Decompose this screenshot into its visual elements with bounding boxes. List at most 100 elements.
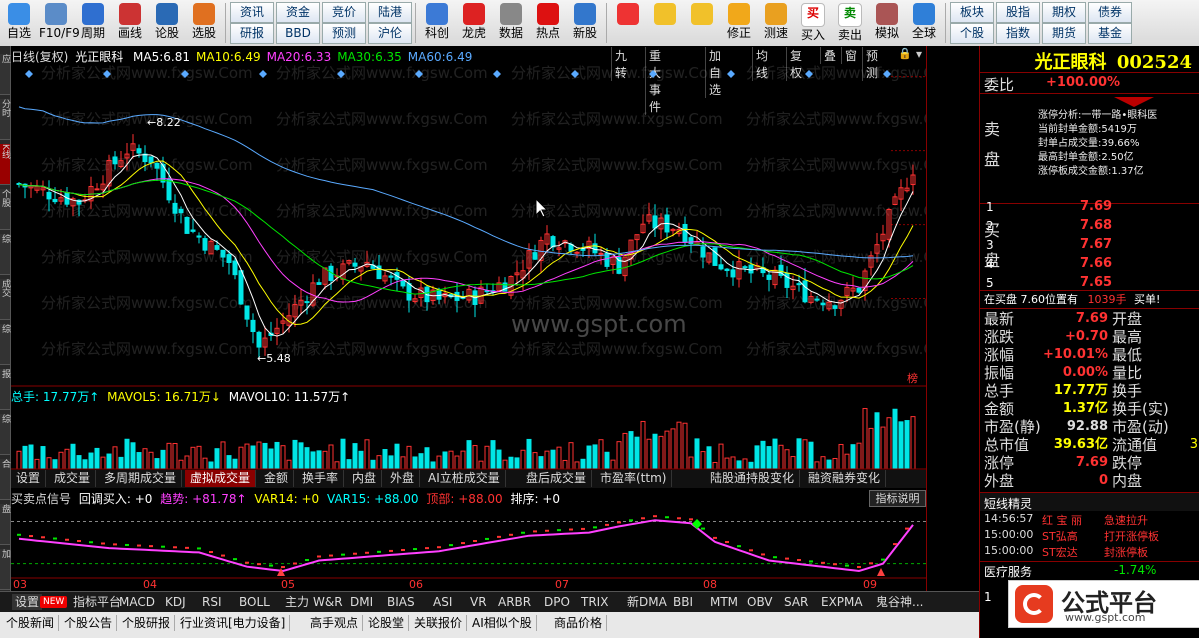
indicator-tab[interactable]: RSI [199, 594, 225, 610]
status-tab[interactable]: 关联报价 [410, 615, 468, 631]
toolbar-grid-button[interactable]: 债券 [1088, 2, 1132, 23]
toolbar-button-toolbar.big2-1[interactable]: 龙虎 [457, 2, 491, 44]
toolbar-button-toolbar.big3-5[interactable]: 买买入 [796, 2, 830, 44]
indicator-tab[interactable]: 鬼谷神... [873, 594, 926, 610]
toolbar-button-toolbar.big-0[interactable]: 自选 [2, 2, 36, 44]
left-strip-tab[interactable]: 加 [0, 549, 10, 590]
sector-name[interactable]: 医疗服务 [984, 563, 1032, 580]
left-strip-tab[interactable]: 综 [0, 414, 10, 455]
toolbar-grid-button[interactable]: 研报 [230, 23, 274, 44]
indicator-tab[interactable]: BBI [670, 594, 696, 610]
volume-tab[interactable]: AI立桩成交量 [423, 470, 506, 487]
short-line-item[interactable]: 15:00:00 ST宏达 封涨停板 [980, 544, 1199, 560]
toolbar-grid-button[interactable]: 个股 [950, 23, 994, 44]
status-tab[interactable]: 行业资讯[电力设备] [176, 615, 291, 631]
indicator-tab[interactable]: VR [467, 594, 490, 610]
kline-chart[interactable]: 分析家公式网www.fxgsw.Com 分析家公式网www.fxgsw.Com 分析… [11, 64, 926, 589]
indicator-tab[interactable]: KDJ [162, 594, 189, 610]
indicator-tab[interactable]: 主力 [282, 594, 312, 610]
buy-level-row[interactable]: 5 7.65 [980, 274, 1199, 292]
short-line-item[interactable]: 14:56:57 红 宝 丽 急速拉升 [980, 512, 1199, 528]
left-strip-tab[interactable]: 盘 [0, 504, 10, 545]
period-label[interactable]: 日线(复权) [11, 50, 68, 64]
left-strip-tab[interactable]: 合 [0, 459, 10, 500]
toolbar-grid-button[interactable]: 股指 [996, 2, 1040, 23]
volume-tab[interactable]: 虚拟成交量 [185, 470, 257, 487]
status-tab[interactable]: 论股堂 [364, 615, 410, 631]
toolbar-button-toolbar.big-1[interactable]: F10/F9 [39, 2, 80, 44]
left-strip-tab[interactable]: 个股 [0, 189, 10, 230]
volume-tab[interactable]: 多周期成交量 [99, 470, 183, 487]
indicator-tab[interactable]: SAR [781, 594, 811, 610]
buy-level-row[interactable]: 3 7.67 [980, 236, 1199, 254]
toolbar-grid-button[interactable]: 陆港 [368, 2, 412, 23]
indicator-tab[interactable]: DMI [347, 594, 376, 610]
toolbar-button-toolbar.big3-1[interactable] [648, 2, 682, 44]
indicator-tab[interactable]: NEW [40, 596, 68, 608]
toolbar-button-toolbar.big3-0[interactable] [611, 2, 645, 44]
indicator-tab[interactable]: TRIX [578, 594, 611, 610]
status-tab[interactable]: 个股研报 [118, 615, 176, 631]
toolbar-grid-button[interactable]: 板块 [950, 2, 994, 23]
toolbar-grid-button[interactable]: 指数 [996, 23, 1040, 44]
toolbar-grid-button[interactable]: 资金 [276, 2, 320, 23]
toolbar-button-toolbar.big3-7[interactable]: 模拟 [870, 2, 904, 44]
toolbar-button-toolbar.big2-0[interactable]: 科创 [420, 2, 454, 44]
indicator-tab[interactable]: ARBR [495, 594, 534, 610]
toolbar-grid-button[interactable]: 资讯 [230, 2, 274, 23]
left-strip-tab[interactable]: 综 [0, 324, 10, 365]
short-line-item[interactable]: 15:00:00 ST弘高 打开涨停板 [980, 528, 1199, 544]
volume-tab[interactable]: 设置 [11, 470, 47, 487]
indicator-tab[interactable]: OBV [744, 594, 776, 610]
toolbar-grid-button[interactable]: 期权 [1042, 2, 1086, 23]
short-line-title[interactable]: 短线精灵 [984, 495, 1032, 512]
left-strip-tab[interactable]: 成交 [0, 279, 10, 320]
indicator-help-button[interactable]: 指标说明 [869, 490, 926, 507]
toolbar-button-toolbar.big2-2[interactable]: 数据 [494, 2, 528, 44]
toolbar-button-toolbar.big-3[interactable]: 画线 [113, 2, 147, 44]
volume-tab[interactable]: 金额 [259, 470, 295, 487]
toolbar-grid-button[interactable]: 竞价 [322, 2, 366, 23]
indicator-tab[interactable]: MACD [116, 594, 158, 610]
indicator-tab[interactable]: MTM [707, 594, 741, 610]
toolbar-grid-button[interactable]: BBD [276, 23, 320, 44]
indicator-tab[interactable]: BIAS [384, 594, 418, 610]
toolbar-button-toolbar.big3-6[interactable]: 卖卖出 [833, 2, 867, 44]
indicator-tab[interactable]: BOLL [236, 594, 273, 610]
toolbar-grid-button[interactable]: 沪伦 [368, 23, 412, 44]
volume-tab[interactable]: 盘后成交量 [521, 470, 593, 487]
toolbar-button-toolbar.big3-4[interactable]: 测速 [759, 2, 793, 44]
status-tab[interactable]: 商品价格 [550, 615, 608, 631]
buy-level-row[interactable]: 2 7.68 [980, 217, 1199, 235]
indicator-tab[interactable]: ASI [430, 594, 455, 610]
toolbar-button-toolbar.big3-2[interactable] [685, 2, 719, 44]
volume-tab[interactable]: 融资融券变化 [803, 470, 887, 487]
volume-tab[interactable]: 市盈率(ttm) [595, 470, 673, 487]
volume-tab[interactable]: 内盘 [347, 470, 383, 487]
toolbar-button-toolbar.big3-3[interactable]: 修正 [722, 2, 756, 44]
indicator-tab[interactable]: 新DMA [624, 594, 670, 610]
indicator-tab[interactable]: EXPMA [818, 594, 866, 610]
left-strip-tab[interactable]: 分时 [0, 99, 10, 140]
status-tab[interactable]: 个股新闻 [2, 615, 60, 631]
toolbar-grid-button[interactable]: 期货 [1042, 23, 1086, 44]
toolbar-button-toolbar.big2-3[interactable]: 热点 [531, 2, 565, 44]
left-strip-tab[interactable]: K线 [0, 144, 10, 185]
indicator-name[interactable]: 买卖点信号 [11, 492, 71, 506]
toolbar-button-toolbar.big-2[interactable]: 周期 [76, 2, 110, 44]
indicator-tab[interactable]: DPO [541, 594, 573, 610]
volume-tab[interactable]: 陆股通持股变化 [705, 470, 801, 487]
status-tab[interactable]: 个股公告 [60, 615, 118, 631]
buy-level-row[interactable]: 4 7.66 [980, 255, 1199, 273]
toolbar-button-toolbar.big2-4[interactable]: 新股 [568, 2, 602, 44]
indicator-tab[interactable]: W&R [310, 594, 346, 610]
volume-tab[interactable]: 成交量 [49, 470, 97, 487]
volume-tab[interactable]: 外盘 [385, 470, 421, 487]
buy-level-row[interactable]: 1 7.69 [980, 198, 1199, 216]
dropdown-icon[interactable]: ▾ [916, 47, 922, 61]
left-strip-tab[interactable]: 应 [0, 54, 10, 95]
lock-icon[interactable]: 🔒 [898, 47, 912, 60]
left-strip-tab[interactable]: 综 [0, 234, 10, 275]
kline-button[interactable]: 叠 [820, 47, 839, 64]
kline-button[interactable]: 窗 [841, 47, 860, 64]
